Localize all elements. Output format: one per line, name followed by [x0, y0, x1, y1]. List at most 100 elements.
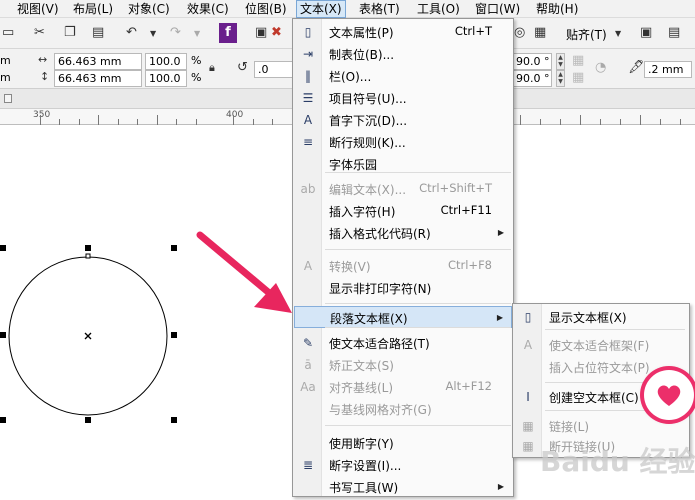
selection-handle-left[interactable]: [0, 332, 6, 338]
menu-item-label: 断字设置(I)...: [329, 459, 402, 473]
text-menu-item[interactable]: ☰ 项目符号(U)...: [294, 87, 512, 109]
swap2-icon[interactable]: ▦: [572, 70, 584, 86]
selection-handle-top-left[interactable]: [0, 245, 6, 251]
application-launcher-icon[interactable]: ▤: [668, 25, 680, 41]
arc-icon[interactable]: ◔: [595, 60, 606, 76]
selection-handle-bottom-right[interactable]: [171, 417, 177, 423]
menu-item-label: 文本属性(P): [329, 26, 394, 40]
selection-handle-top-right[interactable]: [171, 245, 177, 251]
menu-table[interactable]: 表格(T): [356, 1, 403, 17]
fit-text-to-path-icon: ✎: [302, 336, 314, 350]
angle-bottom-spinner[interactable]: ▲ ▼: [556, 70, 565, 87]
publish-icon[interactable]: ✖: [271, 25, 282, 41]
percent-y: %: [191, 71, 202, 84]
text-menu-item[interactable]: ā 矫正文本(S): [294, 354, 512, 376]
menu-separator: [325, 172, 511, 173]
text-menu-item[interactable]: 显示非打印字符(N): [294, 277, 512, 299]
snap-dropdown-icon[interactable]: ▼: [615, 26, 621, 42]
selection-handle-bottom-left[interactable]: [0, 417, 6, 423]
text-menu-item[interactable]: ‖ 栏(O)...: [294, 65, 512, 87]
selection-handle-top[interactable]: [85, 245, 91, 251]
menu-item-label: 栏(O)...: [329, 70, 372, 84]
text-menu-item[interactable]: ≣ 断字设置(I)...: [294, 454, 512, 476]
menu-bitmaps[interactable]: 位图(B): [242, 1, 290, 17]
menu-window[interactable]: 窗口(W): [472, 1, 523, 17]
text-menu-item[interactable]: ≡ 断行规则(K)...: [294, 131, 512, 153]
angle-bottom-field[interactable]: 90.0 °: [512, 70, 552, 87]
selected-circle[interactable]: [0, 240, 200, 430]
menu-item-label: 项目符号(U)...: [329, 92, 407, 106]
text-menu-item[interactable]: ab 编辑文本(X)... Ctrl+Shift+T: [294, 178, 512, 200]
menu-help[interactable]: 帮助(H): [533, 1, 581, 17]
text-menu-item[interactable]: A 转换(V) Ctrl+F8: [294, 255, 512, 277]
export-icon[interactable]: ▣: [255, 25, 267, 41]
menu-tools[interactable]: 工具(O): [414, 1, 463, 17]
paste-icon[interactable]: ▤: [92, 25, 104, 41]
menu-item-label: 使文本适合路径(T): [329, 337, 430, 351]
undo-dropdown-icon[interactable]: ▼: [150, 26, 156, 42]
ruler-label-400: 400: [226, 110, 244, 120]
heart-badge-icon: [644, 370, 694, 420]
angle-top-field[interactable]: 90.0 °: [512, 53, 552, 70]
scale-x-field[interactable]: 100.0: [145, 53, 187, 70]
text-menu-item[interactable]: 与基线网格对齐(G): [294, 398, 512, 420]
undo-icon[interactable]: ↶: [126, 25, 137, 41]
menu-effects[interactable]: 效果(C): [184, 1, 232, 17]
cut-icon[interactable]: ✂: [34, 25, 45, 41]
height-field[interactable]: 66.463 mm: [54, 70, 142, 87]
import-icon[interactable]: f: [219, 23, 237, 43]
text-menu-item[interactable]: 插入字符(H) Ctrl+F11: [294, 200, 512, 222]
outline-pen-icon: 🖋︎: [628, 60, 645, 75]
submenu-item[interactable]: A 使文本适合框架(F): [514, 334, 688, 356]
redo-icon[interactable]: ↷: [170, 25, 181, 41]
outline-width-field[interactable]: .2 mm: [644, 61, 692, 78]
text-menu-item[interactable]: 使用断字(Y): [294, 432, 512, 454]
menu-layout[interactable]: 布局(L): [70, 1, 116, 17]
lock-ratio-icon[interactable]: 🔒︎: [209, 60, 215, 76]
view-icon[interactable]: ◎: [514, 25, 525, 41]
left-unit-bottom: m: [0, 71, 11, 84]
selection-handle-right[interactable]: [171, 332, 177, 338]
submenu-item[interactable]: ▯ 显示文本框(X): [514, 306, 688, 328]
selection-handle-bottom[interactable]: [85, 417, 91, 423]
text-menu-item[interactable]: ✎ 使文本适合路径(T): [294, 332, 512, 354]
text-menu-item[interactable]: A 首字下沉(D)...: [294, 109, 512, 131]
menu-item-shortcut: Ctrl+Shift+T: [419, 181, 492, 195]
copy-icon[interactable]: ❐: [64, 25, 76, 41]
scale-y-field[interactable]: 100.0: [145, 70, 187, 87]
angle-top-spinner[interactable]: ▲ ▼: [556, 53, 565, 70]
menu-bar: 视图(V) 布局(L) 对象(C) 效果(C) 位图(B) 文本(X) 表格(T…: [0, 0, 695, 18]
fit-text-to-frame-icon: A: [523, 338, 533, 352]
snap-to-dropdown[interactable]: 贴齐(T): [566, 26, 607, 43]
edit-text-icon: ab: [300, 182, 316, 196]
menu-separator: [545, 329, 685, 330]
text-menu-item[interactable]: ⇥ 制表位(B)...: [294, 43, 512, 65]
text-menu-item[interactable]: Aa 对齐基线(L) Alt+F12: [294, 376, 512, 398]
ruler-label-350: 350: [33, 110, 51, 120]
menu-item-label: 插入格式化代码(R): [329, 227, 431, 241]
unlink-icon: ▦: [522, 439, 534, 453]
menu-object[interactable]: 对象(C): [125, 1, 173, 17]
rotate-icon: ↺: [237, 60, 248, 75]
document-tab-icon[interactable]: [4, 94, 12, 103]
swap-icon[interactable]: ▦: [572, 53, 584, 69]
redo-dropdown-icon[interactable]: ▼: [194, 26, 200, 42]
submenu-item-label: 链接(L): [549, 420, 590, 434]
menu-item-label: 与基线网格对齐(G): [329, 403, 432, 417]
submenu-item-label: 创建空文本框(C): [549, 391, 639, 405]
annotation-arrow-icon: [196, 231, 292, 313]
text-menu-item[interactable]: 书写工具(W) ▶: [294, 476, 512, 498]
menu-item-label: 书写工具(W): [329, 481, 399, 495]
menu-item-label: 使用断字(Y): [329, 437, 394, 451]
text-menu-item[interactable]: 插入格式化代码(R) ▶: [294, 222, 512, 244]
menu-separator: [325, 425, 511, 426]
text-menu-item[interactable]: ▯ 文本属性(P) Ctrl+T: [294, 21, 512, 43]
menu-text[interactable]: 文本(X): [296, 0, 346, 18]
width-field[interactable]: 66.463 mm: [54, 53, 142, 70]
welcome-screen-icon[interactable]: ▣: [640, 25, 652, 41]
text-menu-item[interactable]: 段落文本框(X) ▶: [294, 306, 512, 328]
menu-view[interactable]: 视图(V): [14, 1, 62, 17]
height-icon: ↕: [40, 70, 50, 83]
grid-icon[interactable]: ▦: [534, 25, 546, 41]
print-icon[interactable]: ▭: [2, 25, 14, 41]
